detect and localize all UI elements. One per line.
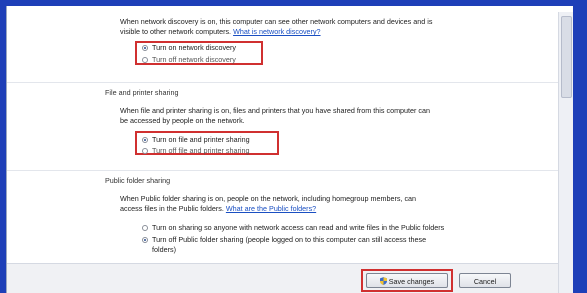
advanced-sharing-settings-window: When network discovery is on, this compu… xyxy=(6,6,573,293)
what-is-network-discovery-link[interactable]: What is network discovery? xyxy=(233,27,320,36)
public-sharing-off-radio[interactable] xyxy=(142,237,148,243)
network-discovery-off-label[interactable]: Turn off network discovery xyxy=(152,55,236,64)
file-printer-sharing-description: When file and printer sharing is on, fil… xyxy=(120,106,431,125)
cancel-button[interactable]: Cancel xyxy=(459,273,511,288)
file-printer-sharing-title: File and printer sharing xyxy=(105,88,179,97)
section-divider xyxy=(7,82,559,83)
file-printer-sharing-on-label[interactable]: Turn on file and printer sharing xyxy=(152,135,250,144)
network-discovery-description: When network discovery is on, this compu… xyxy=(120,17,433,36)
public-folder-sharing-title: Public folder sharing xyxy=(105,176,171,185)
network-discovery-on-radio[interactable] xyxy=(142,45,148,51)
network-discovery-on-label[interactable]: Turn on network discovery xyxy=(152,43,236,52)
public-sharing-off-label[interactable]: Turn off Public folder sharing (people l… xyxy=(152,235,426,255)
file-printer-sharing-off-label[interactable]: Turn off file and printer sharing xyxy=(152,146,249,155)
file-printer-sharing-off-radio[interactable] xyxy=(142,148,148,154)
scrollbar-thumb[interactable] xyxy=(561,16,572,98)
section-divider xyxy=(7,170,559,171)
dialog-footer: Save changes Cancel xyxy=(7,263,573,293)
save-changes-button[interactable]: Save changes xyxy=(366,273,448,288)
what-are-public-folders-link[interactable]: What are the Public folders? xyxy=(226,204,316,213)
vertical-scrollbar[interactable] xyxy=(558,12,573,293)
file-printer-sharing-on-radio[interactable] xyxy=(142,137,148,143)
public-sharing-on-radio[interactable] xyxy=(142,225,148,231)
uac-shield-icon xyxy=(379,277,387,285)
network-discovery-off-radio[interactable] xyxy=(142,57,148,63)
public-folder-sharing-description: When Public folder sharing is on, people… xyxy=(120,194,417,213)
public-sharing-on-label[interactable]: Turn on sharing so anyone with network a… xyxy=(152,223,444,232)
